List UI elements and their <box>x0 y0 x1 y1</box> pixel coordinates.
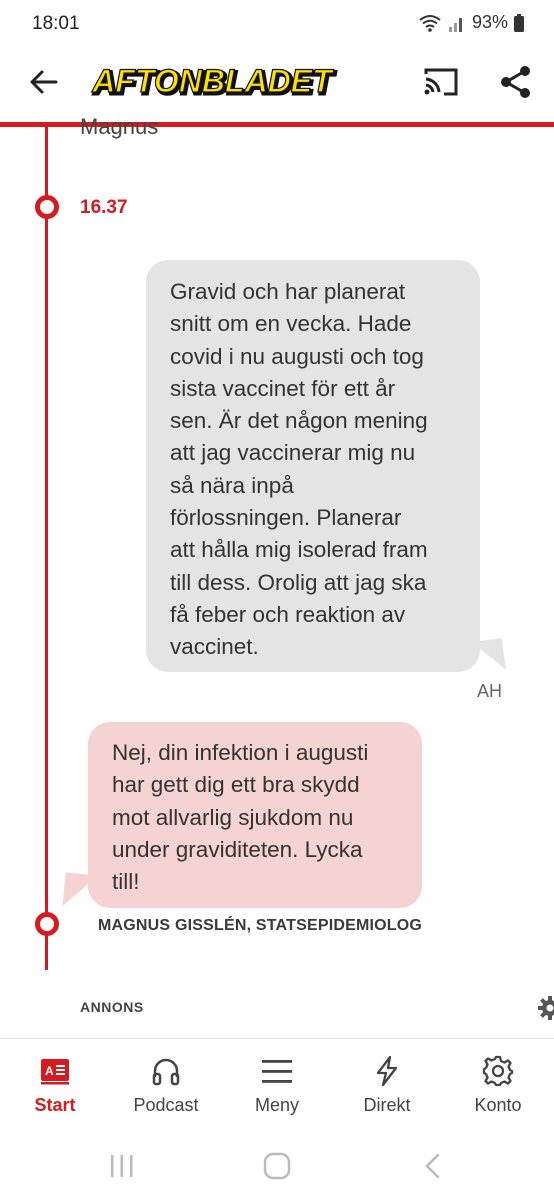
gear-icon <box>482 1055 514 1087</box>
aftonbladet-logo[interactable]: AFTONBLADET AFTONBLADET <box>86 58 338 102</box>
timeline-dot <box>35 912 59 936</box>
answer-line: under graviditeten. Lycka <box>112 836 363 862</box>
back-arrow-icon[interactable] <box>26 64 62 100</box>
nav-label: Meny <box>254 1095 299 1115</box>
status-icons: 93% <box>418 12 524 33</box>
question-line: vaccinet. <box>170 634 259 660</box>
timeline-line <box>45 127 48 970</box>
timeline-dot <box>35 195 59 219</box>
question-line: sen. Är det någon mening <box>170 408 428 434</box>
answer-line: mot allvarlig sjukdom nu <box>112 804 354 830</box>
question-line: till dess. Orolig att jag ska <box>170 569 427 595</box>
question-initials: AH <box>477 681 503 701</box>
question-line: Gravid och har planerat <box>170 279 406 304</box>
question-line: få feber och reaktion av <box>170 601 406 627</box>
nav-label: Direkt <box>363 1095 411 1115</box>
cast-icon[interactable] <box>420 62 462 102</box>
nav-item-start[interactable]: A Start <box>5 1039 105 1131</box>
previous-author-label: Magnus <box>80 114 159 139</box>
nav-item-direkt[interactable]: Direkt <box>337 1039 437 1131</box>
svg-text:AFTONBLADET: AFTONBLADET <box>91 63 334 99</box>
answer-line: har gett dig ett bra skydd <box>112 772 360 798</box>
wifi-icon <box>419 14 441 32</box>
post-timestamp: 16.37 <box>80 197 128 218</box>
battery-icon <box>514 13 524 32</box>
answer-line: Nej, din infektion i augusti <box>112 740 369 765</box>
back-nav-icon[interactable] <box>420 1152 446 1180</box>
recent-apps-icon[interactable] <box>108 1152 136 1180</box>
bottom-navigation: A Start Podcast Meny Direkt Konto <box>0 1038 554 1131</box>
ad-label: ANNONS <box>80 999 144 1015</box>
question-line: att jag vaccinerar mig nu <box>170 440 416 466</box>
question-line: snitt om en vecka. Hade <box>170 311 412 337</box>
nav-label: Podcast <box>133 1095 199 1115</box>
question-line: att hålla mig isolerad fram <box>170 537 428 563</box>
nav-item-podcast[interactable]: Podcast <box>116 1039 216 1131</box>
battery-percent: 93% <box>471 12 508 32</box>
menu-icon <box>262 1060 292 1083</box>
question-bubble-tail <box>471 638 507 674</box>
answer-bubble-tail <box>62 872 98 910</box>
home-icon[interactable] <box>262 1151 292 1181</box>
answer-author: MAGNUS GISSLÉN, STATSEPIDEMIOLOG <box>98 917 423 934</box>
nav-label: Konto <box>474 1095 522 1115</box>
nav-label: Start <box>34 1095 76 1115</box>
answer-bubble: Nej, din infektion i augusti har gett di… <box>88 722 422 908</box>
nav-item-konto[interactable]: Konto <box>448 1039 548 1131</box>
app-bar: AFTONBLADET AFTONBLADET <box>0 50 554 122</box>
question-line: sista vaccinet för ett år <box>170 375 396 401</box>
status-time: 18:01 <box>32 13 80 34</box>
answer-line: till! <box>112 869 140 895</box>
system-navigation-bar <box>0 1130 554 1200</box>
question-line: så nära inpå <box>170 472 294 498</box>
question-line: covid i nu augusti och tog <box>170 343 424 369</box>
question-bubble: Gravid och har planerat snitt om en veck… <box>146 260 480 672</box>
newspaper-icon: A <box>41 1059 69 1085</box>
status-bar: 18:01 93% <box>0 0 554 50</box>
svg-text:A: A <box>45 1064 54 1078</box>
nav-item-meny[interactable]: Meny <box>227 1039 327 1131</box>
ad-settings-gear-icon[interactable] <box>537 995 554 1021</box>
question-line: förlossningen. Planerar <box>170 505 402 531</box>
headphones-icon <box>152 1058 180 1086</box>
lightning-icon <box>376 1055 398 1087</box>
signal-icon <box>448 17 462 32</box>
share-icon[interactable] <box>496 62 536 102</box>
